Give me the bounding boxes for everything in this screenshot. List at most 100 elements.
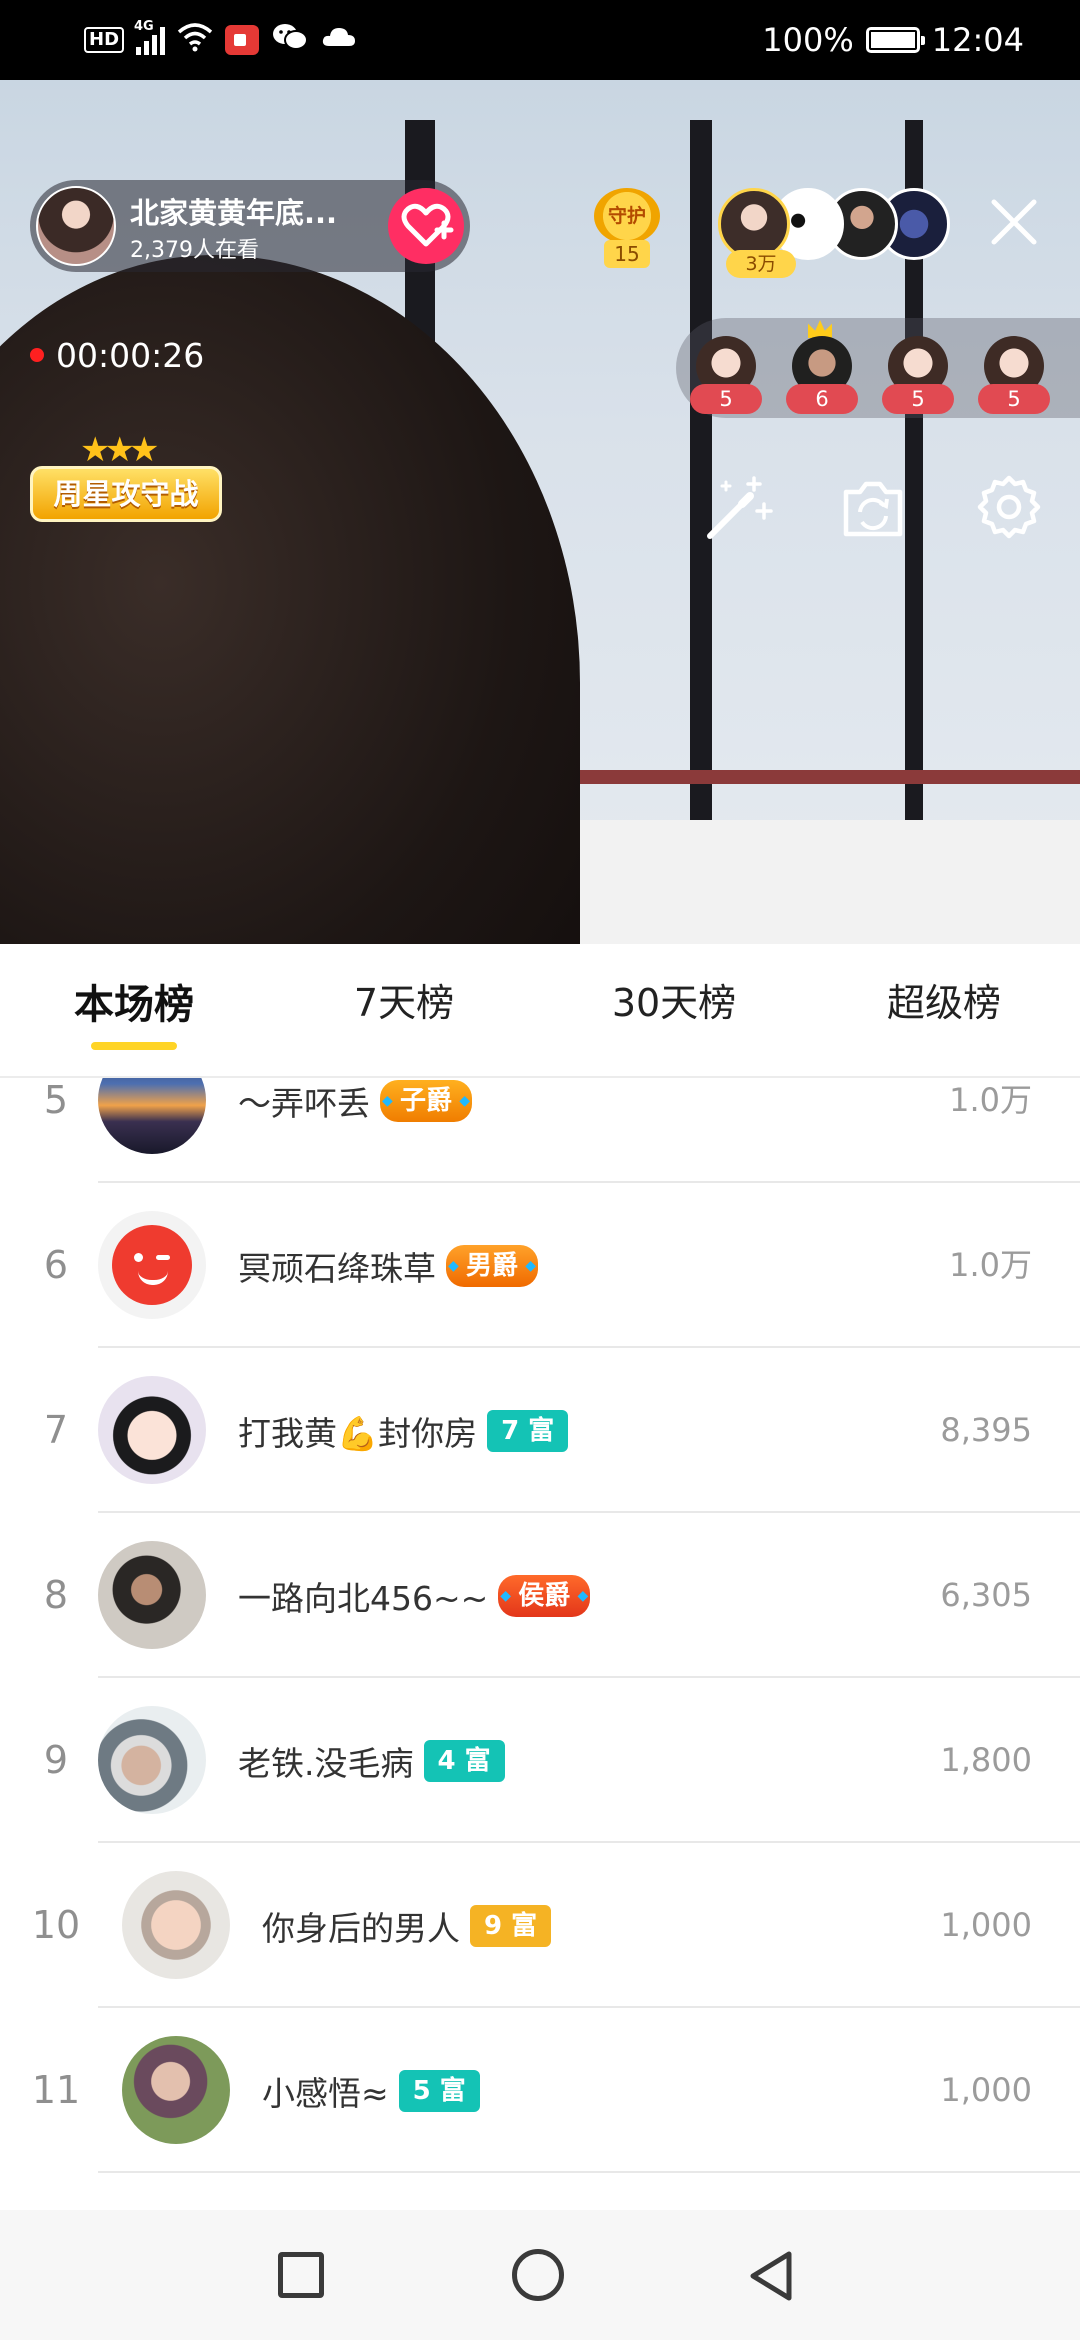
- hd-icon: HD: [84, 27, 125, 53]
- noble-badge: 子爵: [380, 1079, 473, 1122]
- list-item[interactable]: 10 你身后的男人 9 富 1,000: [0, 1843, 1080, 2008]
- weekly-star-badge[interactable]: ★★★ 周星攻守战: [30, 430, 222, 522]
- list-item[interactable]: 11 小感悟≈ 5 富 1,000: [0, 2008, 1080, 2173]
- cloud-icon: [321, 24, 357, 57]
- clock: 12:04: [931, 21, 1024, 59]
- flip-camera-button[interactable]: [836, 470, 910, 544]
- screen-record-icon: [225, 25, 260, 55]
- active-tab-indicator: [91, 1042, 177, 1050]
- guard-crown-icon: 守护: [594, 188, 660, 244]
- back-triangle-icon: [750, 2251, 792, 2301]
- star-icon: ★★★: [80, 430, 159, 470]
- noble-badge: 侯爵: [498, 1574, 591, 1617]
- user-info: ～弄吥丢 子爵: [238, 1078, 473, 1183]
- user-name: 你身后的男人: [262, 1908, 460, 1948]
- home-button[interactable]: [512, 2249, 564, 2301]
- wealth-level-badge: 7 富: [487, 1409, 569, 1452]
- guard-badge[interactable]: 守护 15: [580, 188, 674, 272]
- pk-participant[interactable]: 5: [882, 336, 954, 414]
- pk-participant[interactable]: 5: [978, 336, 1050, 414]
- back-button[interactable]: [745, 2248, 795, 2304]
- wifi-icon: [177, 22, 213, 59]
- host-name: 北家黄黄年底...: [130, 196, 338, 230]
- pk-count: 5: [690, 384, 762, 414]
- contribution-score: 8,395: [940, 1411, 1032, 1449]
- close-button[interactable]: [984, 192, 1044, 252]
- tab-30-days[interactable]: 30天榜: [574, 972, 774, 1032]
- user-info: 打我黄💪封你房 7 富: [238, 1348, 569, 1513]
- follow-heart-button[interactable]: [388, 188, 464, 264]
- contribution-score: 1,800: [940, 1741, 1032, 1779]
- user-avatar[interactable]: [122, 2036, 230, 2144]
- pk-participant[interactable]: 5: [690, 336, 762, 414]
- tab-current-show[interactable]: 本场榜: [34, 972, 234, 1032]
- wealth-level-badge: 9 富: [470, 1904, 552, 1947]
- battery-icon: [865, 27, 925, 53]
- rank-number: 8: [43, 1573, 69, 1617]
- ranking-list[interactable]: 5 ～弄吥丢 子爵 1.0万 6 冥顽石绛珠草 男爵 1.0万 7 打我黄💪封你…: [0, 1078, 1080, 2210]
- user-info: 你身后的男人 9 富: [262, 1843, 552, 2008]
- live-dot-icon: [30, 348, 44, 362]
- pk-participant[interactable]: 6: [786, 320, 858, 414]
- beauty-wand-button[interactable]: [702, 470, 776, 544]
- user-name: 打我黄💪封你房: [238, 1413, 478, 1453]
- user-avatar[interactable]: [98, 1706, 206, 1814]
- rank-number: 11: [31, 2068, 81, 2112]
- status-icons-right: 100% 12:04: [762, 18, 1024, 62]
- live-video[interactable]: 北家黄黄年底... 2,379人在看 守护 15 3万 00:00:26 5 6…: [0, 80, 1080, 944]
- status-bar: HD 4G 100% 12:04: [0, 0, 1080, 80]
- heart-plus-icon: [401, 203, 454, 247]
- user-info: 一路向北456~~ 侯爵: [238, 1513, 591, 1678]
- recent-apps-button[interactable]: [278, 2252, 324, 2298]
- network-type: 4G: [134, 19, 154, 34]
- user-name: 小感悟≈: [262, 2073, 389, 2113]
- magic-wand-icon: [707, 476, 773, 539]
- list-item[interactable]: 5 ～弄吥丢 子爵 1.0万: [0, 1078, 1080, 1183]
- rank-number: 7: [43, 1408, 69, 1452]
- audience-contribution-badge: 3万: [726, 250, 796, 278]
- gear-icon: [977, 475, 1041, 539]
- contribution-score: 1.0万: [949, 1246, 1032, 1284]
- pk-count: 5: [882, 384, 954, 414]
- user-name: 老铁.没毛病: [238, 1743, 414, 1783]
- contribution-score: 1,000: [940, 1906, 1032, 1944]
- viewer-count: 2,379人在看: [130, 238, 259, 263]
- wechat-icon: [271, 22, 309, 59]
- settings-button[interactable]: [972, 470, 1046, 544]
- user-avatar[interactable]: [98, 1376, 206, 1484]
- noble-badge: 男爵: [446, 1244, 539, 1287]
- contribution-score: 1.0万: [949, 1081, 1032, 1119]
- user-info: 冥顽石绛珠草 男爵: [238, 1183, 539, 1348]
- rank-number: 9: [43, 1738, 69, 1782]
- ranking-tabs: 本场榜 7天榜 30天榜 超级榜: [0, 944, 1080, 1078]
- list-item[interactable]: 8 一路向北456~~ 侯爵 6,305: [0, 1513, 1080, 1678]
- list-item[interactable]: 7 打我黄💪封你房 7 富 8,395: [0, 1348, 1080, 1513]
- tab-super[interactable]: 超级榜: [844, 972, 1044, 1032]
- rank-number: 5: [43, 1078, 69, 1122]
- top-audience[interactable]: 3万: [718, 188, 950, 278]
- user-avatar[interactable]: [122, 1871, 230, 1979]
- list-item[interactable]: 6 冥顽石绛珠草 男爵 1.0万: [0, 1183, 1080, 1348]
- wealth-level-badge: 5 富: [398, 2069, 480, 2112]
- pk-participants[interactable]: 5 6 5 5: [676, 318, 1080, 418]
- contribution-score: 6,305: [940, 1576, 1032, 1614]
- user-avatar[interactable]: [98, 1211, 206, 1319]
- user-name: ～弄吥丢: [238, 1083, 370, 1123]
- weekly-star-label: 周星攻守战: [30, 466, 222, 522]
- user-avatar[interactable]: [98, 1078, 206, 1154]
- user-avatar[interactable]: [98, 1541, 206, 1649]
- status-icons-left: HD 4G: [84, 18, 357, 62]
- close-icon: [991, 199, 1037, 245]
- host-info-pill[interactable]: 北家黄黄年底... 2,379人在看: [30, 180, 470, 272]
- user-name: 冥顽石绛珠草: [238, 1248, 436, 1288]
- user-name: 一路向北456~~: [238, 1578, 489, 1618]
- list-item[interactable]: 9 老铁.没毛病 4 富 1,800: [0, 1678, 1080, 1843]
- host-avatar[interactable]: [36, 186, 116, 266]
- guard-count: 15: [604, 240, 650, 268]
- wealth-level-badge: 4 富: [423, 1739, 505, 1782]
- contribution-score: 1,000: [940, 2071, 1032, 2109]
- tab-7-days[interactable]: 7天榜: [304, 972, 504, 1032]
- rank-number: 6: [43, 1243, 69, 1287]
- signal-icon: 4G: [134, 19, 166, 55]
- pk-count: 5: [978, 384, 1050, 414]
